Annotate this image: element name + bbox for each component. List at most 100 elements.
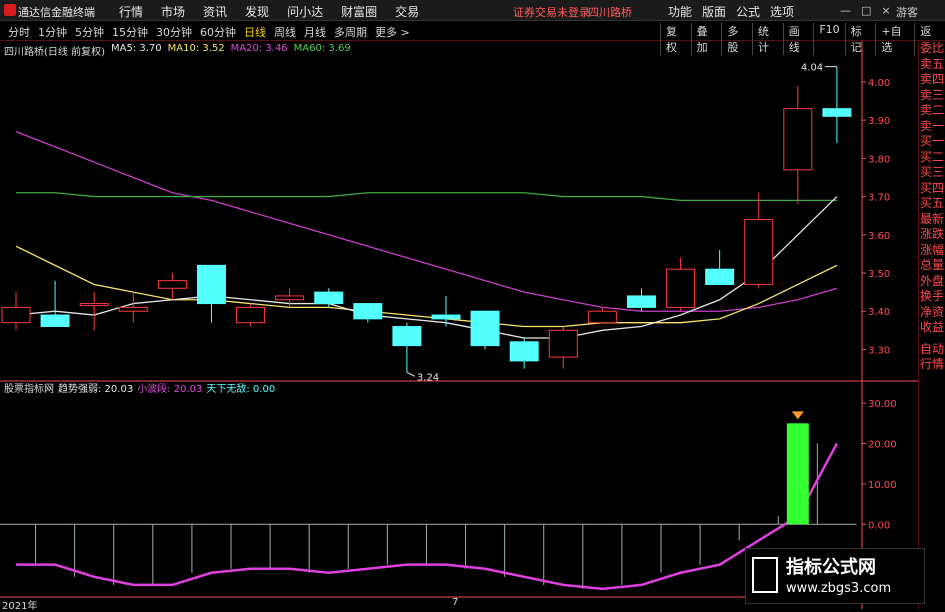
signal-bar (786, 423, 809, 525)
candle-body (40, 314, 70, 327)
candle-body (118, 306, 148, 312)
candle-body (236, 306, 266, 324)
candle-body (744, 219, 774, 285)
indicator-wave-label: 小波段: 20.03 (137, 384, 203, 395)
axis-month-label: 7 (452, 597, 459, 608)
period-tabs: 分时 1分钟 5分钟 15分钟 30分钟 60分钟 日线 周线 月线 多周期 更… (4, 24, 414, 40)
candle-body (470, 310, 500, 347)
side-latest[interactable]: 最新 (919, 212, 945, 228)
candle-body (822, 108, 852, 117)
indicator-trend-label: 趋势强弱: 20.03 (58, 384, 134, 395)
side-sell2[interactable]: 卖二 (919, 103, 945, 119)
price-tick-label: 3.50 (868, 269, 890, 280)
side-turnover[interactable]: 换手 (919, 289, 945, 305)
candle-body (783, 108, 813, 171)
menu-item-news[interactable]: 资讯 (194, 3, 236, 20)
low-annotation: 3.24 (417, 372, 439, 383)
watermark-url: www.zbgs3.com (786, 581, 892, 596)
side-sell3[interactable]: 卖三 (919, 88, 945, 104)
axis-year-label: 2021年 (2, 601, 38, 612)
guest-label[interactable]: 游客 (896, 4, 918, 20)
menu-item-function[interactable]: 功能 (663, 3, 697, 20)
chart-area[interactable]: 4.00 3.90 3.80 3.70 3.60 3.50 3.40 3.30 4.04 3.24… (0, 41, 918, 609)
top-menu: 行情 市场 资讯 发现 问小达 财富圈 交易 (110, 3, 428, 20)
indicator-invincible-label: 天下无敌: 0.00 (206, 384, 276, 395)
menu-item-discover[interactable]: 发现 (236, 3, 278, 20)
price-tick-label: 3.40 (868, 307, 890, 318)
candle-body (353, 303, 383, 320)
high-annotation: 4.04 (801, 63, 823, 74)
menu-item-market[interactable]: 市场 (152, 3, 194, 20)
trend-line (16, 442, 839, 591)
ma60-line (16, 192, 837, 202)
period-tab-1min[interactable]: 1分钟 (34, 24, 71, 40)
candle-body (587, 310, 617, 324)
period-tab-15min[interactable]: 15分钟 (108, 24, 152, 40)
candle-body (79, 303, 109, 307)
watermark-logo: 指标公式网 www.zbgs3.com (745, 548, 925, 604)
app-title: 通达信金融终端 (18, 6, 95, 19)
right-menu: 功能 版面 公式 选项 (663, 3, 799, 20)
indicator-tick-label: 20.00 (868, 440, 897, 451)
side-buy3[interactable]: 买三 (919, 165, 945, 181)
side-buy2[interactable]: 买二 (919, 150, 945, 166)
period-tab-timeshare[interactable]: 分时 (4, 24, 34, 40)
period-tab-30min[interactable]: 30分钟 (152, 24, 196, 40)
close-icon[interactable]: × (881, 4, 890, 17)
diamond-icon (791, 411, 804, 420)
menu-item-formula[interactable]: 公式 (731, 3, 765, 20)
candle-body (666, 268, 696, 308)
watermark-title: 指标公式网 (786, 557, 876, 578)
side-buy4[interactable]: 买四 (919, 181, 945, 197)
price-tick-label: 3.60 (868, 231, 890, 242)
side-change-pct[interactable]: 涨幅 (919, 243, 945, 259)
period-tab-daily[interactable]: 日线 (240, 24, 270, 40)
indicator-name: 股票指标网 (4, 384, 54, 395)
menu-item-quotes[interactable]: 行情 (110, 3, 152, 20)
menu-item-layout[interactable]: 版面 (697, 3, 731, 20)
side-sell1[interactable]: 卖一 (919, 119, 945, 135)
indicator-tick-label: 10.00 (868, 480, 897, 491)
period-tab-more[interactable]: 更多 > (371, 24, 414, 40)
period-tab-multi[interactable]: 多周期 (330, 24, 371, 40)
maximize-icon[interactable]: □ (861, 4, 871, 17)
period-toolbar: 分时 1分钟 5分钟 15分钟 30分钟 60分钟 日线 周线 月线 多周期 更… (0, 21, 945, 55)
period-tab-5min[interactable]: 5分钟 (71, 24, 108, 40)
price-tick-label: 3.90 (868, 116, 890, 127)
side-net-assets[interactable]: 净资 (919, 305, 945, 321)
menu-item-wealth[interactable]: 财富圈 (332, 3, 386, 20)
period-tab-monthly[interactable]: 月线 (300, 24, 330, 40)
menu-item-trade[interactable]: 交易 (386, 3, 428, 20)
menu-item-ask[interactable]: 问小达 (278, 3, 332, 20)
side-buy5[interactable]: 买五 (919, 196, 945, 212)
login-notice[interactable]: 证券交易未登录 (513, 4, 590, 20)
minimize-icon[interactable]: — (840, 4, 851, 17)
side-volume[interactable]: 总量 (919, 258, 945, 274)
candle-body (509, 341, 539, 362)
side-change[interactable]: 涨跌 (919, 227, 945, 243)
side-quotes[interactable]: 行情 (919, 357, 945, 373)
side-auto[interactable]: 自动 (919, 342, 945, 358)
candle-body (196, 264, 226, 305)
price-tick-label: 3.30 (868, 345, 890, 356)
stock-tab[interactable]: 四川路桥 (588, 4, 632, 20)
ma10-line (15, 245, 838, 328)
period-tab-60min[interactable]: 60分钟 (196, 24, 240, 40)
period-tab-weekly[interactable]: 周线 (270, 24, 300, 40)
indicator-tick-label: 0.00 (868, 520, 890, 531)
price-tick-label: 3.70 (868, 193, 890, 204)
candle-body (548, 329, 578, 358)
side-buy1[interactable]: 买一 (919, 134, 945, 150)
candle-body (431, 314, 461, 320)
side-outer[interactable]: 外盘 (919, 274, 945, 290)
menu-item-options[interactable]: 选项 (765, 3, 799, 20)
candle-body (314, 291, 344, 305)
candle-body (705, 268, 735, 285)
side-sell5[interactable]: 卖五 (919, 57, 945, 73)
side-weibi[interactable]: 委比 (919, 41, 945, 57)
side-earnings[interactable]: 收益 (919, 320, 945, 336)
watermark-icon (752, 557, 778, 593)
side-sell4[interactable]: 卖四 (919, 72, 945, 88)
candle-body (157, 280, 187, 289)
price-tick-label: 3.80 (868, 154, 890, 165)
